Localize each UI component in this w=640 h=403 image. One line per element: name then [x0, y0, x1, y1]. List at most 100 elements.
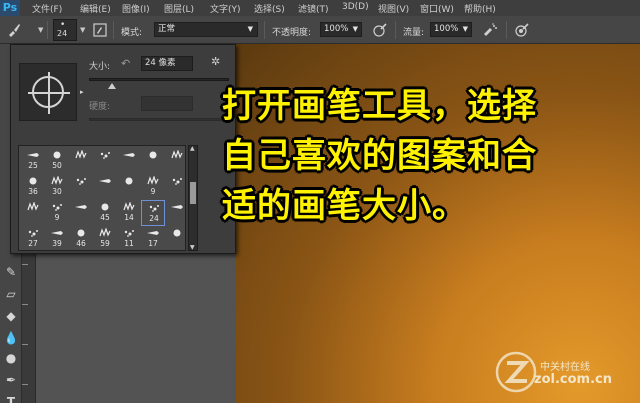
brush-tip-thumbnail-icon	[51, 231, 63, 235]
brush-tip-thumbnail-icon	[29, 177, 37, 185]
hardness-input[interactable]	[141, 96, 193, 111]
brush-picker-dropdown-icon[interactable]: ▼	[80, 26, 85, 34]
menu-filter[interactable]: 滤镜(T)	[298, 2, 329, 15]
brush-preset-cell[interactable]	[141, 148, 165, 174]
type-tool-icon[interactable]: T	[3, 394, 19, 403]
preset-scrollbar[interactable]: ▲ ▼	[188, 145, 198, 251]
brush-preset-cell[interactable]: 9	[45, 200, 69, 226]
flow-field[interactable]: 100% ▼	[430, 22, 472, 37]
menu-edit[interactable]: 编辑(E)	[80, 2, 111, 15]
brush-tip-thumbnail-icon	[99, 179, 111, 183]
menu-help[interactable]: 帮助(H)	[464, 2, 496, 15]
pen-tool-icon[interactable]: ✒	[3, 372, 19, 388]
eraser-icon[interactable]: ▱	[3, 286, 19, 302]
ruler-tick	[22, 384, 28, 385]
brush-size-readout: 24	[57, 29, 68, 38]
brush-preset-cell[interactable]	[117, 148, 141, 174]
brush-preset-cell[interactable]	[165, 148, 185, 174]
menu-3d[interactable]: 3D(D)	[342, 2, 369, 12]
brush-preset-cell[interactable]	[93, 174, 117, 200]
brush-tip-thumbnail-icon	[75, 205, 87, 209]
brush-preset-cell[interactable]: 45	[93, 200, 117, 226]
instruction-line-2: 自己喜欢的图案和合	[222, 136, 537, 176]
brush-preset-cell[interactable]	[69, 200, 93, 226]
brush-preset-cell[interactable]	[69, 174, 93, 200]
menu-window[interactable]: 窗口(W)	[420, 2, 454, 15]
tool-preset-dropdown-icon[interactable]: ▼	[38, 26, 43, 34]
brush-preset-cell[interactable]: 9	[141, 174, 165, 200]
brush-tip-thumbnail-icon	[149, 205, 159, 212]
brush-tip-thumbnail-icon	[27, 202, 39, 211]
size-input[interactable]: 24 像素	[141, 56, 193, 71]
brush-preset-size-label: 9	[150, 187, 156, 196]
brush-panel-toggle-icon[interactable]	[92, 22, 108, 38]
brush-preset-cell[interactable]: 14	[117, 200, 141, 226]
paint-bucket-icon[interactable]: ◆	[3, 308, 19, 324]
brush-preset-size-label: 27	[28, 239, 38, 248]
divider	[264, 21, 265, 39]
menu-type[interactable]: 文字(Y)	[210, 2, 241, 15]
menu-layer[interactable]: 图层(L)	[164, 2, 194, 15]
size-slider[interactable]	[89, 78, 229, 89]
pressure-opacity-icon[interactable]	[372, 22, 388, 38]
opacity-field[interactable]: 100% ▼	[320, 22, 362, 37]
brush-preset-picker-panel: ▸ 大小: ↶ 24 像素 ✲ ▪ 硬度: 25 50 36 30 9 9 45 14 24 27…	[10, 44, 236, 254]
size-slider-thumb[interactable]	[108, 83, 117, 89]
brush-preset-cell[interactable]	[165, 200, 185, 226]
brush-preset-cell[interactable]	[165, 174, 185, 200]
brush-preset-cell[interactable]: 59	[93, 226, 117, 250]
brush-preset-picker[interactable]: • 24	[53, 19, 77, 41]
menu-view[interactable]: 视图(V)	[378, 2, 409, 15]
brush-preset-cell[interactable]	[165, 226, 185, 250]
brush-preset-cell[interactable]: 50	[45, 148, 69, 174]
brush-tip-thumbnail-icon	[171, 205, 183, 209]
brush-preset-cell[interactable]: 46	[69, 226, 93, 250]
brush-tip-thumbnail-icon	[123, 202, 135, 211]
brush-preset-cell[interactable]: 36	[21, 174, 45, 200]
brush-preset-cell[interactable]: 27	[21, 226, 45, 250]
menu-image[interactable]: 图像(I)	[122, 2, 150, 15]
brush-preset-cell[interactable]	[93, 148, 117, 174]
mode-select[interactable]: 正常 ▼	[154, 22, 258, 37]
menu-file[interactable]: 文件(F)	[32, 2, 62, 15]
opacity-value: 100%	[324, 24, 349, 34]
zol-watermark-logo	[495, 351, 537, 393]
brush-tip-thumbnail-icon	[99, 228, 111, 237]
brush-preset-cell[interactable]	[21, 200, 45, 226]
brush-preset-size-label: 30	[52, 187, 62, 196]
dodge-tool-icon[interactable]: ●	[3, 350, 19, 366]
scrollbar-thumb[interactable]	[190, 182, 196, 204]
scroll-up-icon[interactable]: ▲	[190, 145, 195, 152]
brush-preset-size-label: 11	[124, 239, 134, 248]
brush-preset-cell[interactable]: 25	[21, 148, 45, 174]
hardness-label: 硬度:	[89, 102, 111, 112]
brush-preset-cell[interactable]: 39	[45, 226, 69, 250]
menu-select[interactable]: 选择(S)	[254, 2, 285, 15]
brush-tip-thumbnail-icon	[77, 229, 85, 237]
brush-tool-icon[interactable]	[6, 22, 22, 38]
brush-tip-preview: ▸	[19, 63, 84, 121]
pressure-size-icon[interactable]	[514, 22, 530, 38]
flow-value: 100%	[434, 24, 459, 34]
blur-tool-icon[interactable]: 💧	[3, 330, 19, 346]
photoshop-logo: Ps	[0, 0, 20, 16]
history-brush-icon[interactable]: ✎	[3, 264, 19, 280]
airbrush-icon[interactable]	[482, 22, 498, 38]
reset-size-icon[interactable]: ↶	[121, 57, 130, 70]
gear-icon[interactable]: ✲	[211, 55, 220, 68]
chevron-down-icon: ▼	[462, 25, 468, 33]
hardness-slider[interactable]	[89, 118, 229, 121]
size-value: 24 像素	[145, 58, 176, 68]
instruction-line-3: 适的画笔大小。	[222, 186, 467, 226]
brush-preset-cell[interactable]	[69, 148, 93, 174]
scroll-down-icon[interactable]: ▼	[190, 244, 195, 251]
brush-preset-cell[interactable]	[117, 174, 141, 200]
brush-preset-cell[interactable]: 30	[45, 174, 69, 200]
brush-preset-cell[interactable]: 11	[117, 226, 141, 250]
brush-preset-cell[interactable]: 24	[141, 200, 165, 226]
brush-tip-thumbnail-icon	[100, 152, 110, 159]
brush-tip-thumbnail-icon	[147, 176, 159, 185]
brush-preset-cell[interactable]: 17	[141, 226, 165, 250]
brush-tip-thumbnail-icon	[123, 153, 135, 157]
brush-tip-thumbnail-icon	[172, 178, 182, 185]
